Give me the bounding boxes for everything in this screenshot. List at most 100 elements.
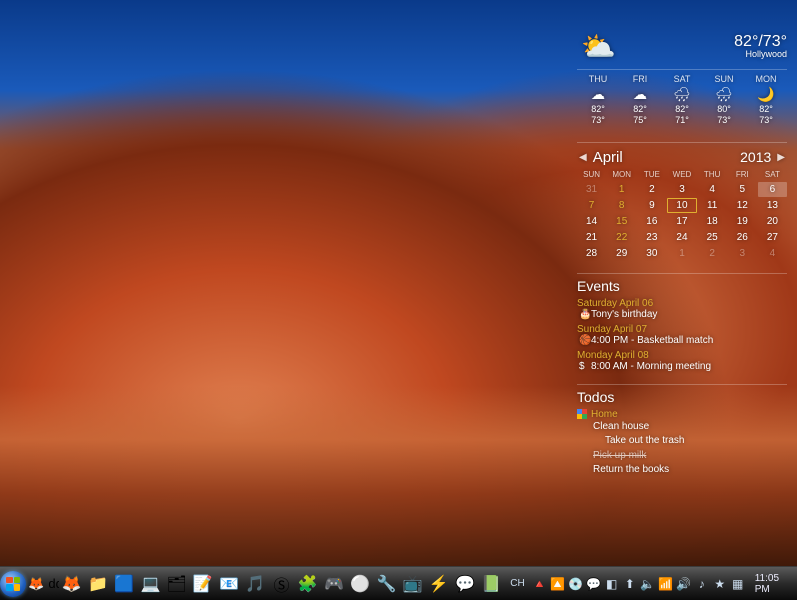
taskbar-app[interactable]: 📗 — [479, 570, 503, 598]
calendar-day[interactable]: 12 — [728, 198, 757, 213]
forecast-high: 82° — [661, 104, 703, 115]
calendar-day[interactable]: 5 — [728, 182, 757, 197]
calendar-day[interactable]: 8 — [607, 198, 636, 213]
tray-icon[interactable]: ▦ — [729, 577, 747, 591]
tray-icon[interactable]: 💿 — [567, 577, 585, 591]
tray-icon[interactable]: 🔼 — [549, 577, 567, 591]
tray-icon[interactable]: 🔈 — [639, 577, 657, 591]
forecast-day-label: THU — [577, 74, 619, 84]
todo-item[interactable]: Return the books — [577, 463, 787, 478]
calendar-dow: THU — [698, 170, 727, 181]
tray-icon[interactable]: 📶 — [657, 577, 675, 591]
taskbar-app[interactable]: ⚪ — [348, 570, 372, 598]
calendar-day[interactable]: 15 — [607, 214, 636, 229]
event-item[interactable]: 🎂Tony's birthday — [577, 309, 787, 320]
taskbar-app[interactable]: ⚡ — [427, 570, 451, 598]
taskbar-app[interactable]: 🗂 — [165, 570, 189, 598]
tray-icon[interactable]: ★ — [711, 577, 729, 591]
taskbar-app[interactable]: 💻 — [138, 570, 162, 598]
taskbar-app[interactable]: 🦊 — [60, 570, 84, 598]
calendar-day[interactable]: 22 — [607, 230, 636, 245]
taskbar-app[interactable]: 🎵 — [243, 570, 267, 598]
todo-item[interactable]: Pick up milk — [577, 449, 787, 464]
calendar-day[interactable]: 2 — [637, 182, 666, 197]
taskbar-app[interactable]: 📝 — [191, 570, 215, 598]
taskbar-app[interactable]: 🟦 — [112, 570, 136, 598]
forecast-day[interactable]: THU☁82°73° — [577, 74, 619, 126]
taskbar-app[interactable]: 🔧 — [374, 570, 398, 598]
calendar-day[interactable]: 3 — [667, 182, 696, 197]
calendar-day[interactable]: 14 — [577, 214, 606, 229]
calendar-day[interactable]: 13 — [758, 198, 787, 213]
calendar-day[interactable]: 29 — [607, 246, 636, 261]
calendar-day[interactable]: 3 — [728, 246, 757, 261]
calendar-day[interactable]: 23 — [637, 230, 666, 245]
todo-item[interactable]: Clean house — [577, 420, 787, 435]
todo-item[interactable]: Take out the trash — [577, 434, 787, 449]
calendar-next-button[interactable]: ▶ — [775, 152, 787, 163]
forecast-day[interactable]: FRI☁82°75° — [619, 74, 661, 126]
quicklaunch-item[interactable]: 🦊 — [27, 570, 45, 598]
calendar-day[interactable]: 30 — [637, 246, 666, 261]
calendar-dow: WED — [667, 170, 696, 181]
calendar-day[interactable]: 9 — [637, 198, 666, 213]
calendar-widget[interactable]: ◀ April 2013 ▶ SUNMONTUEWEDTHUFRISAT3112… — [577, 142, 787, 261]
taskbar-app[interactable]: 🎮 — [322, 570, 346, 598]
weather-widget[interactable]: ⛅ 82°/73° Hollywood THU☁82°73°FRI☁82°75°… — [577, 30, 787, 130]
desktop-widgets: ⛅ 82°/73° Hollywood THU☁82°73°FRI☁82°75°… — [577, 30, 787, 490]
start-button[interactable] — [0, 567, 26, 600]
todo-category-label: Home — [591, 409, 618, 420]
forecast-day[interactable]: MON🌙82°73° — [745, 74, 787, 126]
tray-icon[interactable]: 🔊 — [675, 577, 693, 591]
calendar-day[interactable]: 31 — [577, 182, 606, 197]
calendar-day[interactable]: 27 — [758, 230, 787, 245]
tray-icon[interactable]: 🔺 — [531, 577, 549, 591]
forecast-day[interactable]: SAT🌧82°71° — [661, 74, 703, 126]
todos-widget[interactable]: Todos Home Clean houseTake out the trash… — [577, 384, 787, 478]
calendar-day[interactable]: 24 — [667, 230, 696, 245]
taskbar-app[interactable]: Ⓢ — [269, 570, 293, 598]
calendar-day[interactable]: 10 — [667, 198, 696, 213]
taskbar-app[interactable]: 🧩 — [296, 570, 320, 598]
event-item[interactable]: $8:00 AM - Morning meeting — [577, 361, 787, 372]
calendar-day[interactable]: 4 — [758, 246, 787, 261]
tray-icon[interactable]: 💬 — [585, 577, 603, 591]
calendar-day[interactable]: 16 — [637, 214, 666, 229]
calendar-day[interactable]: 21 — [577, 230, 606, 245]
calendar-day[interactable]: 25 — [698, 230, 727, 245]
taskbar-app[interactable]: 📺 — [401, 570, 425, 598]
forecast-day[interactable]: SUN🌧80°73° — [703, 74, 745, 126]
calendar-day[interactable]: 28 — [577, 246, 606, 261]
forecast-icon: 🌧 — [703, 86, 745, 104]
calendar-day[interactable]: 6 — [758, 182, 787, 197]
tray-icon[interactable]: ◧ — [603, 577, 621, 591]
taskbar-app[interactable]: 📁 — [86, 570, 110, 598]
calendar-day[interactable]: 20 — [758, 214, 787, 229]
tray-icon[interactable]: ⬆ — [621, 577, 639, 591]
event-item[interactable]: 🏀4:00 PM - Basketball match — [577, 335, 787, 346]
calendar-prev-button[interactable]: ◀ — [577, 152, 589, 163]
calendar-day[interactable]: 19 — [728, 214, 757, 229]
quicklaunch-item[interactable]: dd — [47, 570, 58, 598]
calendar-day[interactable]: 7 — [577, 198, 606, 213]
calendar-day[interactable]: 18 — [698, 214, 727, 229]
calendar-dow: SAT — [758, 170, 787, 181]
calendar-day[interactable]: 1 — [667, 246, 696, 261]
forecast-high: 82° — [619, 104, 661, 115]
events-title: Events — [577, 278, 787, 294]
calendar-dow: SUN — [577, 170, 606, 181]
calendar-day[interactable]: 11 — [698, 198, 727, 213]
taskbar-clock[interactable]: 11:05 PM — [747, 573, 790, 595]
event-date: Saturday April 06 — [577, 298, 787, 309]
calendar-dow: MON — [607, 170, 636, 181]
language-indicator[interactable]: CH — [504, 578, 530, 589]
tray-icon[interactable]: ♪ — [693, 577, 711, 591]
calendar-day[interactable]: 17 — [667, 214, 696, 229]
calendar-day[interactable]: 26 — [728, 230, 757, 245]
taskbar-app[interactable]: 💬 — [453, 570, 477, 598]
calendar-day[interactable]: 2 — [698, 246, 727, 261]
taskbar-app[interactable]: 📧 — [217, 570, 241, 598]
calendar-day[interactable]: 1 — [607, 182, 636, 197]
events-widget[interactable]: Events Saturday April 06🎂Tony's birthday… — [577, 273, 787, 372]
calendar-day[interactable]: 4 — [698, 182, 727, 197]
